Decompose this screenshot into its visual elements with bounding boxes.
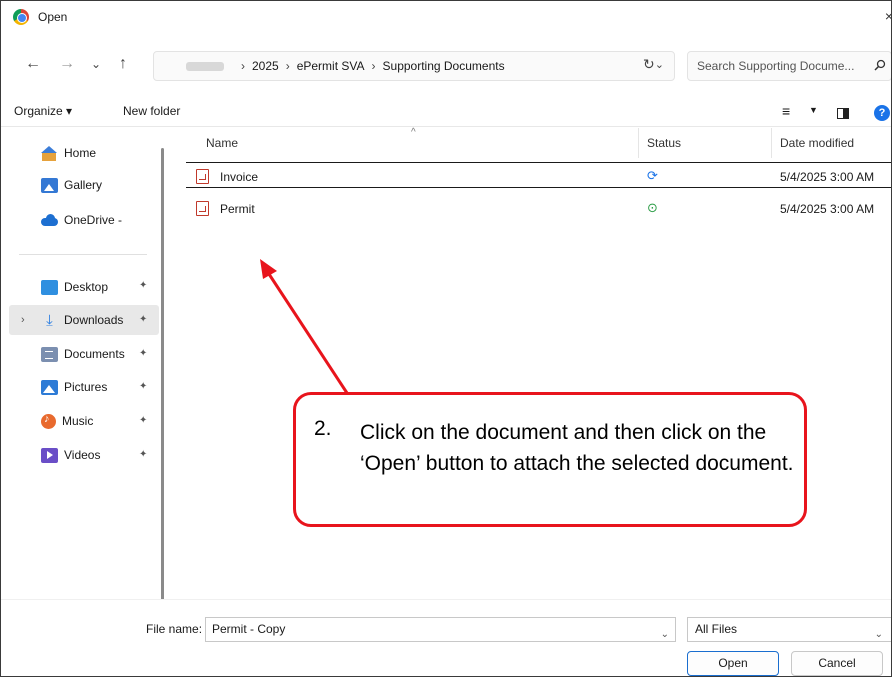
- new-folder-button[interactable]: New folder: [123, 104, 180, 118]
- back-arrow-icon[interactable]: ←: [25, 55, 41, 73]
- expand-chevron-icon[interactable]: ›: [21, 314, 25, 326]
- redacted-path-segment: [186, 61, 224, 71]
- help-icon[interactable]: ?: [874, 105, 890, 121]
- cancel-button[interactable]: Cancel: [791, 651, 883, 676]
- chrome-app-icon: [13, 9, 29, 25]
- column-separator[interactable]: [771, 128, 772, 158]
- file-type-value: All Files: [695, 622, 738, 636]
- column-header-date-modified[interactable]: Date modified: [780, 136, 854, 150]
- recent-locations-chevron-icon[interactable]: ⌄: [91, 55, 101, 73]
- sort-ascending-icon: ^: [411, 127, 416, 138]
- sidebar-item-videos[interactable]: Videos: [41, 444, 100, 466]
- organize-menu-button[interactable]: Organize ▾: [14, 104, 72, 118]
- pdf-file-icon: [196, 201, 209, 216]
- search-icon[interactable]: [874, 59, 886, 74]
- chevron-down-icon[interactable]: ⌄: [661, 623, 669, 646]
- sidebar-item-documents[interactable]: Documents: [41, 343, 125, 365]
- pin-icon[interactable]: ✦: [139, 348, 147, 359]
- sidebar-item-label: Pictures: [64, 380, 108, 394]
- address-row: ← → ⌄ ↑ › 2025 › ePermit SVA › Supportin…: [1, 45, 891, 85]
- view-dropdown-icon[interactable]: ▼: [809, 105, 818, 115]
- open-file-dialog: Open × ← → ⌄ ↑ › 2025 › ePermit SVA › Su…: [0, 0, 892, 677]
- music-icon: [41, 413, 56, 429]
- file-name-field[interactable]: Permit - Copy ⌄: [205, 617, 676, 642]
- breadcrumb-dropdown-icon[interactable]: ⌄: [655, 58, 664, 71]
- close-icon[interactable]: ×: [885, 8, 891, 24]
- breadcrumb-item-supporting-documents[interactable]: Supporting Documents: [383, 59, 505, 73]
- sidebar-item-music[interactable]: Music: [41, 410, 93, 432]
- breadcrumb[interactable]: › 2025 › ePermit SVA › Supporting Docume…: [153, 51, 675, 81]
- desktop-icon: [41, 279, 58, 295]
- search-input[interactable]: Search Supporting Docume...: [687, 51, 891, 81]
- column-separator[interactable]: [638, 128, 639, 158]
- forward-arrow-icon[interactable]: →: [59, 55, 75, 73]
- sidebar-item-home[interactable]: Home: [41, 142, 96, 164]
- refresh-icon[interactable]: ↻: [643, 56, 655, 73]
- breadcrumb-item-2025[interactable]: 2025: [252, 59, 279, 73]
- annotation-text: Click on the document and then click on …: [360, 421, 794, 475]
- breadcrumb-item-epermit-sva[interactable]: ePermit SVA: [297, 59, 365, 73]
- file-date: 5/4/2025 3:00 AM: [780, 202, 875, 216]
- videos-icon: [41, 447, 58, 463]
- sidebar-item-label: Downloads: [64, 313, 124, 327]
- view-options-icon[interactable]: ≡: [782, 103, 790, 119]
- sync-pending-icon: ⟳: [647, 168, 658, 183]
- documents-icon: [41, 346, 58, 362]
- pin-icon[interactable]: ✦: [139, 449, 147, 460]
- file-type-select[interactable]: All Files ⌄: [687, 617, 891, 642]
- pin-icon[interactable]: ✦: [139, 381, 147, 392]
- sidebar-item-pictures[interactable]: Pictures: [41, 376, 107, 398]
- table-row[interactable]: Permit ⊙ 5/4/2025 3:00 AM: [194, 197, 884, 221]
- open-button[interactable]: Open: [687, 651, 779, 676]
- sidebar-divider: [19, 254, 147, 255]
- column-header-name[interactable]: Name: [206, 136, 238, 150]
- onedrive-icon: [41, 213, 58, 228]
- downloads-icon: ⤓: [46, 311, 53, 329]
- up-arrow-icon[interactable]: ↑: [119, 55, 127, 73]
- preview-pane-icon[interactable]: [837, 108, 849, 119]
- file-name-label: File name:: [146, 622, 203, 636]
- file-name: Invoice: [220, 170, 259, 184]
- sidebar-item-downloads[interactable]: ⤓ Downloads: [41, 309, 123, 331]
- breadcrumb-separator-icon: ›: [371, 59, 376, 73]
- breadcrumb-separator-icon: ›: [241, 59, 245, 73]
- file-name: Permit: [220, 202, 255, 216]
- gallery-icon: [41, 177, 58, 193]
- window-title: Open: [38, 10, 68, 24]
- sidebar-item-label: Gallery: [64, 178, 103, 192]
- table-row[interactable]: Invoice ⟳ 5/4/2025 3:00 AM: [194, 165, 884, 189]
- sidebar-item-gallery[interactable]: Gallery: [41, 174, 102, 196]
- sidebar-item-label: OneDrive -: [64, 213, 123, 227]
- dialog-footer: File name: Permit - Copy ⌄ All Files ⌄ O…: [1, 599, 891, 676]
- navigation-pane: Home Gallery › OneDrive - Desktop ✦ ⤓ Do…: [1, 128, 173, 612]
- column-header-status[interactable]: Status: [647, 136, 681, 150]
- search-placeholder: Search Supporting Docume...: [697, 59, 855, 73]
- sidebar-item-label: Documents: [64, 347, 125, 361]
- breadcrumb-separator-icon: ›: [285, 59, 290, 73]
- sidebar-item-label: Music: [62, 414, 94, 428]
- sidebar-item-desktop[interactable]: Desktop: [41, 276, 108, 298]
- pin-icon[interactable]: ✦: [139, 280, 147, 291]
- file-name-value: Permit - Copy: [212, 622, 286, 636]
- sidebar-item-label: Desktop: [64, 280, 109, 294]
- pdf-file-icon: [196, 169, 209, 184]
- sidebar-scrollbar[interactable]: [161, 148, 164, 612]
- sidebar-item-label: Home: [64, 146, 97, 160]
- annotation-step-number: 2.: [314, 417, 332, 440]
- synced-check-icon: ⊙: [647, 200, 658, 215]
- sidebar-item-onedrive[interactable]: OneDrive -: [41, 209, 122, 231]
- pin-icon[interactable]: ✦: [139, 314, 147, 325]
- pictures-icon: [41, 379, 58, 395]
- sidebar-item-label: Videos: [64, 448, 101, 462]
- title-bar: Open ×: [1, 1, 891, 33]
- file-date: 5/4/2025 3:00 AM: [780, 170, 875, 184]
- annotation-callout: 2. Click on the document and then click …: [293, 392, 807, 527]
- pin-icon[interactable]: ✦: [139, 415, 147, 426]
- file-list: ^ Name Status Date modified Invoice ⟳ 5/…: [174, 127, 891, 602]
- chevron-down-icon[interactable]: ⌄: [875, 623, 883, 646]
- command-toolbar: Organize ▾ New folder ≡ ▼ ?: [1, 99, 891, 127]
- home-icon: [41, 145, 58, 161]
